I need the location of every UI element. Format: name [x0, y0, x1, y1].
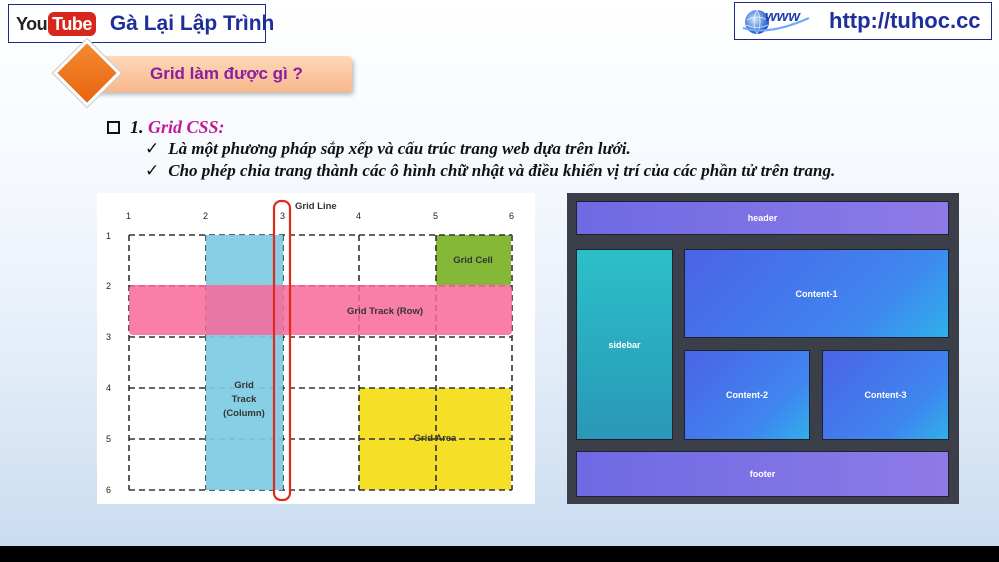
youtube-logo: You Tube: [16, 11, 96, 36]
video-bottom-bar: [0, 546, 999, 562]
section-title-text: Grid làm được gì ?: [150, 64, 303, 83]
layout-content-3: Content-3: [822, 350, 949, 440]
checkmark-icon: ✓: [145, 161, 160, 181]
grid-cell-label: Grid Cell: [453, 255, 493, 266]
row-number: 6: [106, 485, 111, 495]
list-item: ✓ Cho phép chia trang thành các ô hình c…: [145, 161, 835, 181]
bullet-text: Là một phương pháp sắp xếp và cấu trúc t…: [168, 139, 631, 158]
column-number: 2: [203, 211, 208, 221]
column-number: 4: [356, 211, 361, 221]
checkmark-icon: ✓: [145, 139, 160, 159]
heading-number: 1.: [130, 117, 144, 137]
row-number: 3: [106, 332, 111, 342]
row-number: 1: [106, 231, 111, 241]
column-number: 6: [509, 211, 514, 221]
grid-layout-example: header sidebar Content-1 Content-2 Conte…: [567, 193, 959, 504]
layout-footer: footer: [576, 451, 949, 497]
grid-track-column-label: Track: [232, 394, 258, 405]
section-title: Grid làm được gì ?: [82, 56, 352, 92]
www-globe-icon: www: [739, 6, 825, 36]
row-number: 5: [106, 434, 111, 444]
svg-text:www: www: [765, 8, 801, 25]
row-number: 4: [106, 383, 111, 393]
layout-sidebar: sidebar: [576, 249, 673, 440]
channel-name: Gà Lại Lập Trình: [109, 11, 275, 35]
bullet-text: Cho phép chia trang thành các ô hình chữ…: [168, 161, 836, 180]
square-bullet-icon: [107, 121, 120, 134]
website-url: http://tuhoc.cc: [829, 8, 981, 33]
content-heading: 1. Grid CSS:: [107, 117, 225, 138]
row-number: 2: [106, 281, 111, 291]
grid-track-column-label: Grid: [234, 380, 254, 391]
grid-track-row-label: Grid Track (Row): [347, 306, 423, 317]
column-number: 3: [280, 211, 285, 221]
section-diamond-icon: [53, 39, 121, 107]
list-item: ✓ Là một phương pháp sắp xếp và cấu trúc…: [145, 139, 631, 159]
grid-track-column-label: (Column): [223, 408, 265, 419]
heading-text: Grid CSS:: [148, 117, 225, 137]
layout-content-2: Content-2: [684, 350, 810, 440]
column-number: 1: [126, 211, 131, 221]
grid-area-label: Grid Area: [414, 433, 458, 444]
youtube-logo-you: You: [16, 13, 48, 34]
grid-terminology-diagram: Grid Line 1 2 3 4 5 6 1 2 3 4 5 6 Grid C…: [97, 193, 535, 504]
grid-track-row-fill: [129, 285, 512, 335]
website-banner: www http://tuhoc.cc: [734, 2, 992, 40]
youtube-logo-tube: Tube: [48, 11, 96, 36]
grid-track-column-fill: [206, 235, 283, 490]
layout-header: header: [576, 201, 949, 235]
layout-content-1: Content-1: [684, 249, 949, 338]
grid-line-label: Grid Line: [295, 201, 337, 212]
channel-brand: You Tube Gà Lại Lập Trình: [8, 4, 274, 43]
column-number: 5: [433, 211, 438, 221]
